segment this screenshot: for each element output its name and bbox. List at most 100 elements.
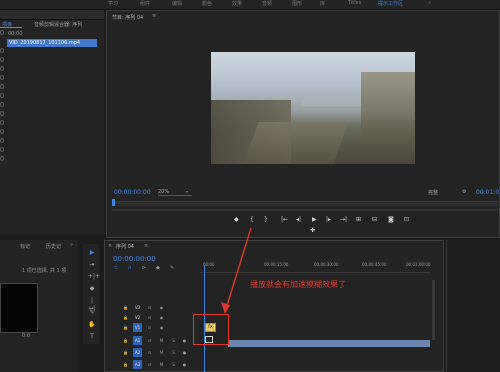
hand-tool[interactable]: ✋ (88, 321, 96, 329)
timeline-menu-icon[interactable]: ≡ (144, 243, 148, 249)
track-label[interactable]: A2 (133, 348, 142, 357)
sync-icon[interactable]: ⊟ (146, 337, 153, 344)
lock-icon[interactable]: 🔒 (122, 304, 129, 311)
track-label[interactable]: A1 (133, 336, 142, 345)
close-icon[interactable]: × (108, 243, 112, 249)
project-file-item[interactable]: VID_20190817_101106.mp4 (7, 39, 97, 47)
eye-icon[interactable]: ◉ (158, 304, 165, 311)
workspace-tab-custom[interactable]: 提示工作区 (378, 0, 403, 7)
workspace-tab-learn[interactable]: 学习 (108, 0, 118, 7)
track-select-tool[interactable]: ⇥ (88, 261, 96, 269)
mark-out-icon[interactable]: } (264, 216, 268, 223)
ripple-edit-tool[interactable]: +|+ (88, 273, 100, 281)
pen-tool[interactable]: ✎ (88, 309, 96, 317)
workspace-tab-editing[interactable]: 编辑 (172, 0, 182, 7)
button-editor-icon[interactable]: ✚ (310, 227, 315, 234)
track-v2: 🔒 V2 ⊟ ◉ (110, 313, 430, 323)
workspace-tab-assembly[interactable]: 组件 (140, 0, 150, 7)
timeline-settings-icon[interactable]: ✎ (170, 265, 174, 271)
ruler-label: 00:00:30:00 (314, 262, 339, 267)
tab-audio-clip-mixer[interactable]: 音频剪辑混合器: 序列 (34, 21, 82, 28)
zoom-scrollbar[interactable] (112, 209, 498, 211)
overwrite-icon[interactable]: ⊟ (372, 216, 377, 223)
right-panel (446, 240, 500, 372)
solo-button[interactable]: S (170, 349, 177, 356)
track-label[interactable]: A3 (133, 360, 142, 369)
mute-button[interactable]: M (158, 337, 165, 344)
timeline-timecode[interactable]: 00:00:00:00 (113, 255, 156, 263)
ruler-label: 00:01:00:00 (406, 262, 431, 267)
sync-icon[interactable]: ⊟ (146, 304, 153, 311)
quality-select[interactable]: 完整 (428, 189, 438, 196)
mute-button[interactable]: M (158, 361, 165, 368)
workspace-tab-effects[interactable]: 效果 (232, 0, 242, 7)
timeline-title[interactable]: 序列 04 (116, 243, 134, 250)
snap-icon[interactable]: ⊂ (114, 265, 118, 271)
video-trees (361, 72, 415, 142)
lock-icon[interactable]: 🔒 (122, 361, 129, 368)
bin-marker (0, 129, 4, 134)
sync-icon[interactable]: ⊟ (146, 314, 153, 321)
linked-selection-icon[interactable]: ∩ (128, 265, 132, 271)
wrench-icon[interactable]: ⚙ (462, 189, 466, 195)
tab-history[interactable]: 历史记 (46, 243, 61, 250)
go-to-out-icon[interactable]: →| (340, 216, 347, 223)
razor-tool[interactable]: ◆ (88, 285, 96, 293)
lock-icon[interactable]: 🔒 (122, 314, 129, 321)
solo-button[interactable]: S (170, 361, 177, 368)
sync-icon[interactable]: ⊟ (146, 349, 153, 356)
play-button[interactable]: ▶ (312, 216, 317, 223)
selection-tool[interactable]: ▶ (88, 249, 96, 257)
video-water (301, 92, 361, 106)
panel-overflow-icon[interactable]: » (70, 242, 73, 248)
workspace-tab-titles[interactable]: Titles (348, 0, 361, 6)
clip-thumbnail[interactable] (0, 283, 38, 333)
bin-timecode: 00:00 (8, 31, 23, 37)
eye-icon[interactable]: ◉ (158, 324, 165, 331)
workspace-tab-audio[interactable]: 音频 (262, 0, 272, 7)
workspace-tab-graphics[interactable]: 图形 (292, 0, 302, 7)
annotation-text: 播放就会有加速模糊效果了 (250, 280, 346, 289)
marker-icon[interactable]: ◆ (156, 265, 160, 271)
tab-markers[interactable]: 标记 (20, 243, 30, 250)
workspace-overflow-icon[interactable]: » (428, 0, 431, 6)
microphone-icon[interactable]: ● (181, 337, 188, 344)
selection-count: 1 项已选择, 共 1 项 (22, 268, 67, 274)
program-timecode[interactable]: 00:00:00:00 (114, 189, 151, 196)
sync-icon[interactable]: ⊟ (146, 324, 153, 331)
type-tool[interactable]: T (88, 333, 96, 341)
lock-icon[interactable]: 🔒 (122, 337, 129, 344)
program-monitor-title[interactable]: 节目: 序列 04 (112, 14, 143, 21)
slip-tool[interactable]: |↔| (88, 297, 96, 312)
project-panel-underline (0, 27, 22, 28)
eye-icon[interactable]: ◉ (158, 314, 165, 321)
playhead-marker[interactable] (112, 199, 115, 206)
monitor-menu-icon[interactable]: ≡ (152, 13, 156, 19)
workspace-tab-libraries[interactable]: 库 (320, 0, 325, 7)
solo-button[interactable]: S (170, 337, 177, 344)
track-label[interactable]: V1 (133, 323, 142, 332)
insert-icon[interactable]: ⊞ (356, 216, 361, 223)
zoom-dropdown-icon[interactable]: ▾ (186, 189, 188, 194)
step-back-icon[interactable]: ◂| (296, 216, 301, 223)
track-v1: 🔒 V1 ⊟ ◉ (110, 323, 430, 333)
mute-button[interactable]: M (158, 349, 165, 356)
go-to-in-icon[interactable]: |← (281, 216, 288, 223)
microphone-icon[interactable]: ● (181, 349, 188, 356)
comparison-view-icon[interactable]: ⊡ (404, 216, 409, 223)
add-marker-timeline-icon[interactable]: ⊳ (142, 265, 146, 271)
step-forward-icon[interactable]: |▸ (326, 216, 331, 223)
microphone-icon[interactable]: ● (181, 361, 188, 368)
bin-marker (0, 120, 4, 125)
audio-clip[interactable] (228, 340, 430, 347)
mark-in-icon[interactable]: { (250, 216, 254, 223)
export-frame-icon[interactable]: ◙ (388, 216, 394, 223)
lock-icon[interactable]: 🔒 (122, 349, 129, 356)
workspace-tab-color[interactable]: 颜色 (202, 0, 212, 7)
lock-icon[interactable]: 🔒 (122, 324, 129, 331)
sync-icon[interactable]: ⊟ (146, 361, 153, 368)
add-marker-icon[interactable]: ◆ (234, 216, 239, 223)
timeline-v-scrollbar[interactable] (432, 280, 435, 340)
program-scrub-bar[interactable] (112, 201, 498, 206)
ruler-label: 00:00:15:00 (264, 262, 289, 267)
